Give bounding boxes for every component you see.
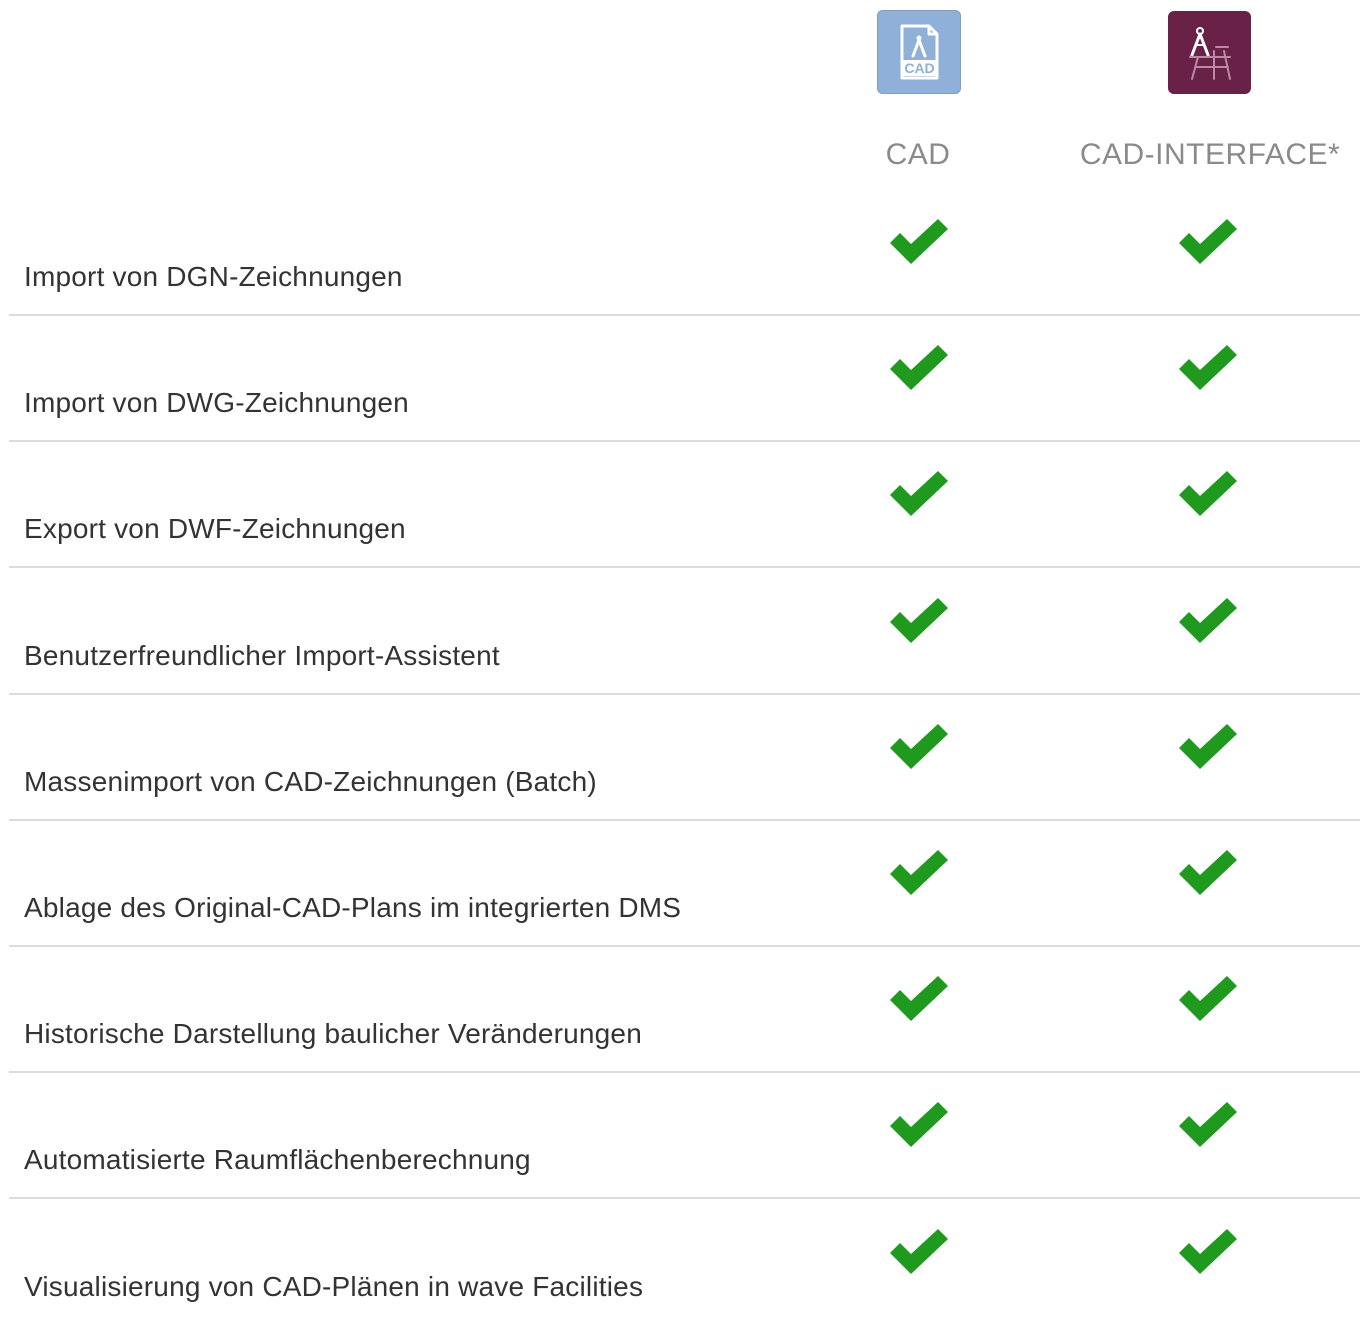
checkmark-icon <box>1175 342 1241 394</box>
checkmark-icon <box>886 216 952 268</box>
checkmark-icon <box>1175 1226 1241 1278</box>
checkmark-icon <box>886 1099 952 1151</box>
feature-row: Massenimport von CAD-Zeichnungen (Batch) <box>0 695 1362 821</box>
checkmark-icon <box>1175 595 1241 647</box>
column-header-cad: CAD <box>885 138 951 171</box>
column-header-cad-interface: CAD-INTERFACE* <box>1079 138 1341 171</box>
cad-file-icon: CAD <box>877 10 961 94</box>
checkmark-icon <box>886 721 952 773</box>
feature-label: Benutzerfreundlicher Import-Assistent <box>24 639 500 671</box>
checkmark-icon <box>1175 216 1241 268</box>
drafting-compass-icon <box>1168 11 1251 94</box>
checkmark-icon <box>1175 1099 1241 1151</box>
feature-label: Import von DGN-Zeichnungen <box>24 261 403 292</box>
feature-row: Import von DGN-Zeichnungen <box>0 190 1362 316</box>
feature-row: Ablage des Original-CAD-Plans im integri… <box>0 821 1362 947</box>
feature-label: Export von DWF-Zeichnungen <box>24 513 406 545</box>
feature-label: Ablage des Original-CAD-Plans im integri… <box>24 892 682 923</box>
checkmark-icon <box>1175 973 1241 1025</box>
feature-row: Export von DWF-Zeichnungen <box>0 442 1362 569</box>
checkmark-icon <box>886 342 952 394</box>
checkmark-icon <box>1175 847 1241 899</box>
feature-label: Historische Darstellung baulicher Veränd… <box>24 1018 642 1050</box>
checkmark-icon <box>886 1226 952 1278</box>
feature-row: Automatisierte Raumflächenberechnung <box>0 1073 1362 1200</box>
feature-comparison-table: CAD CAD CAD-INTERFACE* Import von DGN-Ze… <box>0 0 1362 1317</box>
feature-label: Massenimport von CAD-Zeichnungen (Batch) <box>24 765 597 797</box>
checkmark-icon <box>886 468 952 520</box>
feature-label: Automatisierte Raumflächenberechnung <box>24 1144 531 1176</box>
cad-icon-text: CAD <box>904 60 934 76</box>
feature-row: Benutzerfreundlicher Import-Assistent <box>0 569 1362 695</box>
feature-row: Visualisierung von CAD-Plänen in wave Fa… <box>0 1200 1362 1326</box>
checkmark-icon <box>886 973 952 1025</box>
checkmark-icon <box>1175 468 1241 520</box>
checkmark-icon <box>886 847 952 899</box>
checkmark-icon <box>1175 721 1241 773</box>
feature-row: Historische Darstellung baulicher Veränd… <box>0 947 1362 1074</box>
feature-label: Import von DWG-Zeichnungen <box>24 387 409 419</box>
feature-row: Import von DWG-Zeichnungen <box>0 316 1362 443</box>
feature-label: Visualisierung von CAD-Plänen in wave Fa… <box>24 1270 644 1302</box>
checkmark-icon <box>886 595 952 647</box>
